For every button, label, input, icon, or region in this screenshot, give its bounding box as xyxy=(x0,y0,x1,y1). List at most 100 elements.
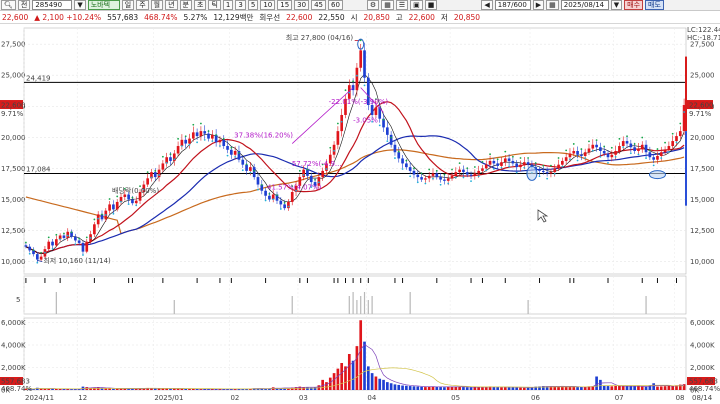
signal-dot xyxy=(59,238,62,241)
interval-45[interactable]: 45 xyxy=(311,0,326,10)
signal-dot xyxy=(656,148,659,150)
support-label: 17,084 xyxy=(26,166,51,174)
turnover-pct: 5.27% xyxy=(183,12,208,22)
tab-week[interactable]: 주 xyxy=(136,0,149,10)
signal-dot xyxy=(679,122,682,125)
candle-body xyxy=(199,131,203,137)
candle-body xyxy=(500,162,503,166)
interval-10[interactable]: 10 xyxy=(260,0,276,10)
signal-dot xyxy=(40,251,43,254)
volume-bar xyxy=(640,386,644,390)
resistance-label: 24,419 xyxy=(26,74,51,82)
volume-bar xyxy=(427,386,431,390)
candle-body xyxy=(446,178,450,181)
interval-1[interactable]: 1 xyxy=(222,0,234,10)
tab-tick[interactable]: 틱 xyxy=(208,0,221,10)
signal-dot xyxy=(473,166,476,168)
signal-dot xyxy=(283,201,286,204)
settings-icon[interactable]: ⚙ xyxy=(366,0,380,10)
list-icon[interactable]: ☰ xyxy=(395,0,409,10)
price-chart[interactable]: 27,50027,50025,00025,00022,50022,50020,0… xyxy=(0,24,720,404)
candle-body xyxy=(488,160,492,165)
volume-bar xyxy=(522,387,526,390)
signal-dot xyxy=(447,182,450,185)
price-tick-right: 25,000 xyxy=(690,72,715,80)
calendar-icon[interactable]: ▦ xyxy=(546,0,559,10)
volume-bar xyxy=(351,360,355,390)
interval-60[interactable]: 60 xyxy=(328,0,343,10)
candle-body xyxy=(131,199,134,204)
interval-3[interactable]: 3 xyxy=(235,0,246,10)
magnifier-icon[interactable]: 🔍︎ xyxy=(1,0,16,10)
low-label: 고 xyxy=(395,12,403,22)
interval-15[interactable]: 15 xyxy=(277,0,293,10)
signal-bar xyxy=(363,292,366,314)
signal-dot xyxy=(238,152,240,154)
candle-body xyxy=(553,168,557,173)
candle-body xyxy=(393,144,397,153)
signal-dot xyxy=(394,157,396,159)
sell-button[interactable]: 매도 xyxy=(645,0,664,10)
tab-minute[interactable]: 분 xyxy=(179,0,192,10)
low-annotation: 최저 10,160 (11/14) xyxy=(43,256,111,265)
volume-bar xyxy=(515,387,519,390)
candle-body xyxy=(522,162,526,165)
volume-tick-right: 2,000K xyxy=(690,364,715,372)
tab-year[interactable]: 년 xyxy=(165,0,178,10)
tab-day[interactable]: 일 xyxy=(121,0,135,10)
volume-bar xyxy=(127,389,130,390)
signal-dot xyxy=(511,155,514,158)
candle-body xyxy=(602,151,606,154)
signal-dot xyxy=(108,198,111,200)
stock-name-field[interactable]: 노바텍 xyxy=(87,0,120,10)
volume-bar xyxy=(393,384,397,390)
signal-dot xyxy=(378,124,381,127)
next-icon[interactable]: ▶ xyxy=(532,0,545,10)
market-select[interactable]: 전 xyxy=(17,0,31,10)
signal-dot xyxy=(329,146,332,149)
interval-30[interactable]: 30 xyxy=(294,0,310,10)
tab-month[interactable]: 월 xyxy=(150,0,164,10)
signal-dot xyxy=(249,171,252,174)
candle-body xyxy=(606,153,610,158)
volume-bar xyxy=(629,386,633,390)
signal-dot xyxy=(173,158,176,161)
grid-icon[interactable]: ▦ xyxy=(381,0,394,10)
price-change: ▲ 2,100 +10.24% xyxy=(34,12,102,22)
signal-dot xyxy=(188,143,191,146)
signal-dot xyxy=(104,214,107,216)
left-price-tag: 22,600 xyxy=(1,102,26,110)
date-field[interactable]: 2025/08/14 xyxy=(560,0,609,10)
buy-button[interactable]: 매수 xyxy=(624,0,644,10)
volume-bar xyxy=(462,387,465,390)
lock-icon[interactable]: ▣ xyxy=(410,0,423,10)
price-tick-right: 12,500 xyxy=(690,227,715,235)
candle-body xyxy=(678,131,682,137)
signal-dot xyxy=(36,261,39,264)
signal-dot xyxy=(264,199,267,202)
interval-5[interactable]: 5 xyxy=(247,0,259,10)
signal-dot xyxy=(63,232,65,235)
signal-dot xyxy=(146,171,149,174)
signal-dot xyxy=(89,237,92,239)
count-field[interactable]: 187/600 xyxy=(494,0,531,10)
code-search-button[interactable]: ▼ xyxy=(74,0,86,10)
price-tick-left: 20,000 xyxy=(1,134,26,142)
signal-dot xyxy=(85,236,88,239)
stock-code-input[interactable]: 285490 xyxy=(32,0,73,10)
volume-bar xyxy=(397,384,401,390)
candle-body xyxy=(515,163,519,168)
date-dropdown-icon[interactable]: ▼ xyxy=(610,0,623,10)
signal-dot xyxy=(82,254,84,256)
signal-dot xyxy=(93,218,96,221)
candle-body xyxy=(386,127,389,135)
signal-dot xyxy=(637,153,640,156)
save-icon[interactable]: ■ xyxy=(424,0,438,10)
support-touch-ellipse-2 xyxy=(648,170,666,180)
signal-dot xyxy=(591,149,594,152)
left-pct-tag: 9.71% xyxy=(1,110,24,118)
signal-dot xyxy=(432,177,434,180)
prev-icon[interactable]: ◀ xyxy=(481,0,493,10)
tab-second[interactable]: 초 xyxy=(194,0,207,10)
candle-body xyxy=(195,132,199,137)
